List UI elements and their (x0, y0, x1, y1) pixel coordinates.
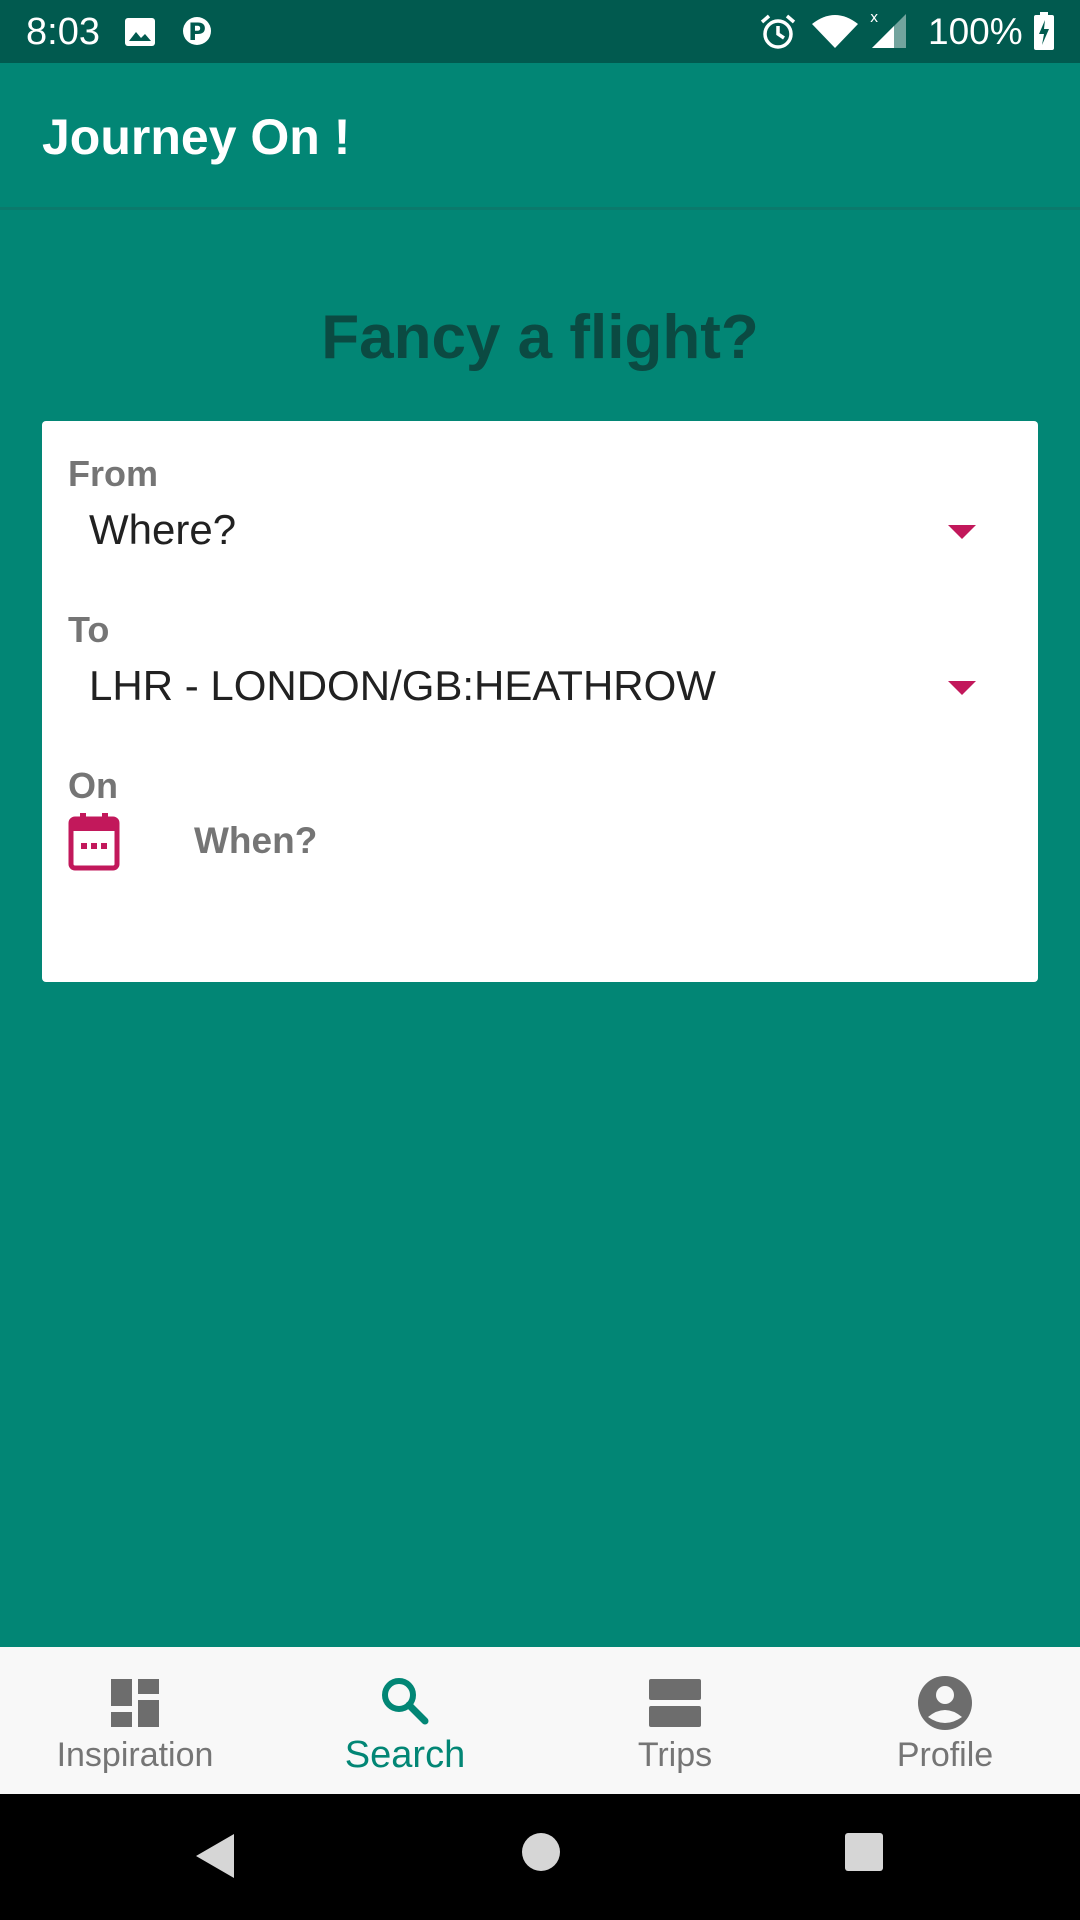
nav-item-inspiration[interactable]: Inspiration (0, 1647, 270, 1794)
wifi-icon (810, 14, 860, 55)
svg-text:P: P (188, 18, 206, 46)
dashboard-icon (105, 1673, 165, 1733)
nav-item-profile[interactable]: Profile (810, 1647, 1080, 1794)
flight-search-card: From Where? To LHR - LONDON/GB:HEATHROW … (42, 421, 1038, 982)
parking-icon: P (182, 14, 212, 53)
nav-label-trips: Trips (637, 1736, 713, 1774)
trips-icon (645, 1673, 705, 1733)
to-dropdown[interactable]: LHR - LONDON/GB:HEATHROW (68, 649, 1012, 725)
battery-percentage: 100% (928, 11, 1023, 52)
page-headline: Fancy a flight? (321, 303, 759, 372)
nav-item-trips[interactable]: Trips (540, 1647, 810, 1794)
image-icon (124, 17, 156, 52)
status-bar: 8:03 P x 100% (0, 0, 1080, 63)
home-icon[interactable] (521, 1832, 561, 1877)
alarm-icon (758, 12, 798, 57)
bottom-navigation: Inspiration Search Trips Profile (0, 1647, 1080, 1794)
from-value: Where? (89, 506, 237, 553)
search-icon (375, 1673, 435, 1733)
status-time: 8:03 (26, 11, 100, 53)
date-picker[interactable]: When? (68, 811, 668, 875)
calendar-icon[interactable] (68, 813, 120, 871)
to-dropdown-arrow-icon (948, 681, 976, 695)
to-value: LHR - LONDON/GB:HEATHROW (89, 662, 716, 709)
app-screen: 8:03 P x 100% Journey On ! Fancy a fligh… (0, 0, 1080, 1920)
date-value: When? (194, 820, 318, 861)
from-label: From (68, 453, 158, 494)
svg-text:x: x (870, 10, 878, 26)
app-title: Journey On ! (42, 109, 351, 165)
back-icon[interactable] (192, 1832, 236, 1885)
on-label: On (68, 765, 118, 806)
from-dropdown[interactable]: Where? (68, 493, 1012, 569)
app-bar: Journey On ! (0, 63, 1080, 210)
recents-icon[interactable] (844, 1832, 884, 1877)
system-navigation-bar (0, 1794, 1080, 1920)
cell-signal-icon: x (868, 10, 912, 55)
to-label: To (68, 609, 110, 650)
nav-label-profile: Profile (896, 1736, 994, 1774)
nav-label-inspiration: Inspiration (56, 1736, 214, 1774)
nav-label-search: Search (344, 1734, 466, 1776)
account-circle-icon (915, 1673, 975, 1733)
battery-charging-icon (1034, 12, 1054, 55)
from-dropdown-arrow-icon (948, 525, 976, 539)
nav-item-search[interactable]: Search (270, 1647, 540, 1794)
